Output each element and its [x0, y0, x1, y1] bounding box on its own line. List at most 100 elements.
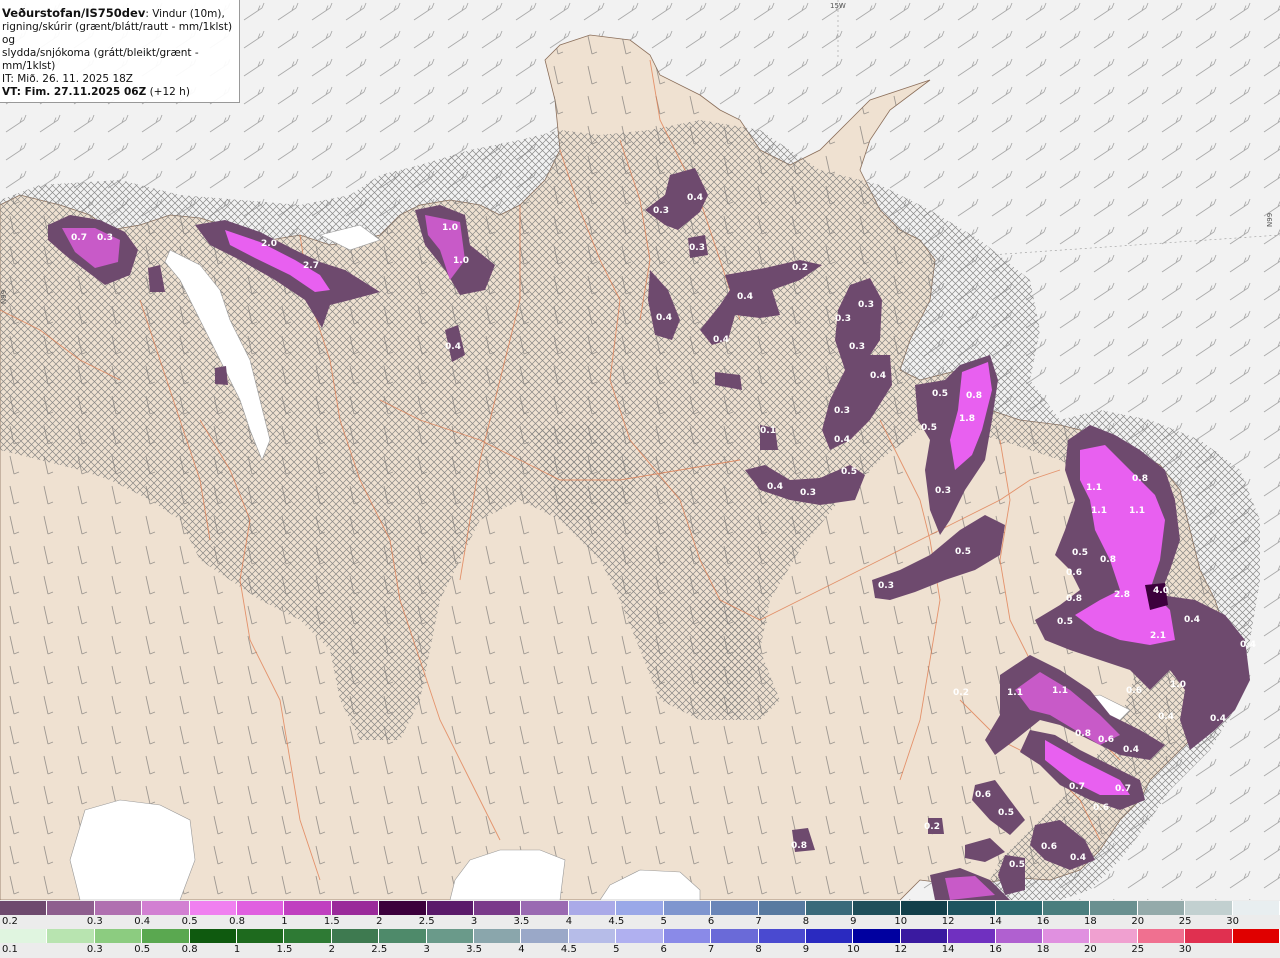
grid-label-right: N99: [1266, 213, 1274, 227]
precip-label: 0.5: [955, 547, 971, 557]
legend-tick-label: 10: [846, 944, 860, 955]
legend-tick-label: 4: [565, 916, 573, 927]
precip-label: 1.1: [1052, 686, 1068, 696]
legend-tick-label: 12: [941, 916, 955, 927]
rain-colorbar-ticks: 0.1 0.3 0.5 0.8 1 1.5 2 2.5 3 3.5 4 4.5 5 6 7 8 9 10 12 14 1…: [0, 944, 1280, 957]
legend-tick-label: 25: [1178, 916, 1192, 927]
legend-swatch: [948, 901, 996, 915]
rain-colorbar: [0, 929, 1280, 943]
legend-swatch: [711, 929, 759, 943]
precip-label: 0.4: [713, 335, 729, 345]
precip-label: 0.7: [1115, 784, 1131, 794]
legend-tick-label: 0.1: [2, 944, 18, 955]
legend-swatch: [568, 901, 617, 915]
precip-label: 0.4: [1158, 712, 1174, 722]
legend-swatch: [1232, 901, 1280, 915]
legend-swatch: [521, 929, 569, 943]
legend-swatch: [568, 929, 617, 943]
legend-swatch: [426, 929, 475, 943]
legend-tick-label: 1.5: [323, 916, 340, 927]
precip-label: 0.5: [1072, 548, 1088, 558]
legend-swatch: [237, 901, 285, 915]
legend-tick-label: 12: [894, 944, 908, 955]
legend-swatch: [189, 929, 238, 943]
legend-swatch: [474, 901, 522, 915]
legend-tick-label: 3.5: [513, 916, 530, 927]
precip-label: 0.6: [975, 790, 991, 800]
legend-tick-label: 7: [707, 944, 715, 955]
legend-tick-label: 9: [850, 916, 857, 927]
valid-time: VT: Fim. 27.11.2025 06Z: [2, 86, 147, 98]
legend-tick-label: 1: [233, 944, 241, 955]
precip-label: 0.3: [858, 300, 874, 310]
legend-swatch: [331, 929, 380, 943]
legend-swatch: [331, 901, 380, 915]
precip-label: 0.4: [687, 193, 703, 203]
precip-label: 0.8: [1100, 555, 1116, 565]
legend-tick-label: 0.5: [181, 916, 198, 927]
legend-swatch: [0, 929, 48, 943]
snow-colorbar-ticks: 0.2 0.3 0.4 0.5 0.8 1 1.5 2 2.5 3 3.5 4 4.5 5 6 7 8 9 10 12…: [0, 916, 1280, 929]
legend-tick-label: 2.5: [371, 944, 388, 955]
forecast-info-box: Veðurstofan/IS750dev: Vindur (10m), rign…: [0, 0, 240, 103]
precip-label: 0.6: [1093, 803, 1109, 813]
initial-time: IT: Mið. 26. 11. 2025 18Z: [2, 73, 133, 85]
precip-label: 0.6: [1126, 686, 1142, 696]
legend-swatch: [474, 929, 522, 943]
legend-swatch: [284, 929, 332, 943]
legend-swatch: [521, 901, 569, 915]
precip-label: 0.4: [1210, 714, 1226, 724]
legend-tick-label: 0.3: [86, 944, 103, 955]
legend-swatch: [1185, 901, 1233, 915]
legend-tick-label: 10: [894, 916, 908, 927]
precip-label: 1.1: [1091, 506, 1107, 516]
precip-label: 0.8: [966, 391, 982, 401]
grid-label-left: N99: [0, 290, 8, 304]
legend-swatch: [47, 901, 95, 915]
legend-tick-label: 14: [989, 916, 1002, 927]
grid-label-top: 15W: [830, 2, 846, 10]
legend-tick-label: 25: [1131, 944, 1145, 955]
legend-swatch: [663, 929, 712, 943]
precip-label: 1.1: [1007, 688, 1023, 698]
precip-label: 1.8: [959, 414, 975, 424]
precip-label: 0.4: [1123, 745, 1139, 755]
precip-label: 0.7: [1069, 782, 1085, 792]
legend-swatch: [805, 901, 854, 915]
legend-swatch: [379, 901, 427, 915]
legend-tick-label: 16: [989, 944, 1002, 955]
precip-label: 0.5: [1057, 617, 1073, 627]
legend-swatch: [900, 929, 949, 943]
legend-tick-label: 6: [707, 916, 715, 927]
precip-label: 0.4: [737, 292, 753, 302]
legend-tick-label: 20: [1131, 916, 1145, 927]
precip-label: 1.1: [1129, 506, 1145, 516]
precip-label: 0.8: [1132, 474, 1148, 484]
legend-swatch: [1090, 901, 1138, 915]
precip-label: 0.3: [878, 581, 894, 591]
precip-label: 0.3: [653, 206, 669, 216]
legend-swatch: [995, 929, 1043, 943]
legend-swatch: [616, 929, 664, 943]
legend-swatch: [0, 901, 48, 915]
legend-swatch: [1042, 901, 1091, 915]
precip-label: 1.1: [1086, 483, 1102, 493]
precip-label: 0.2: [792, 263, 808, 273]
legend-swatch: [47, 929, 95, 943]
legend-tick-label: 2: [328, 944, 336, 955]
legend-tick-label: 3.5: [466, 944, 483, 955]
legend-swatch: [900, 901, 949, 915]
legend-tick-label: 30: [1226, 916, 1239, 927]
weather-map[interactable]: 15W N99 N99 0.7 0.3 2.0 2.7 1.0 1.0 0.4 …: [0, 0, 1280, 900]
precip-label: 0.6: [1098, 735, 1114, 745]
precip-label: 0.3: [689, 243, 705, 253]
legend-swatch: [1137, 901, 1186, 915]
precip-label: 1.0: [453, 256, 469, 266]
legend-tick-label: 20: [1083, 944, 1097, 955]
precip-label: 0.3: [97, 233, 113, 243]
precip-label: 2.1: [1150, 631, 1166, 641]
precip-label: 2.8: [1114, 590, 1130, 600]
legend-swatch: [711, 901, 759, 915]
precip-label: 0.8: [1075, 729, 1091, 739]
legend-swatch: [426, 901, 475, 915]
